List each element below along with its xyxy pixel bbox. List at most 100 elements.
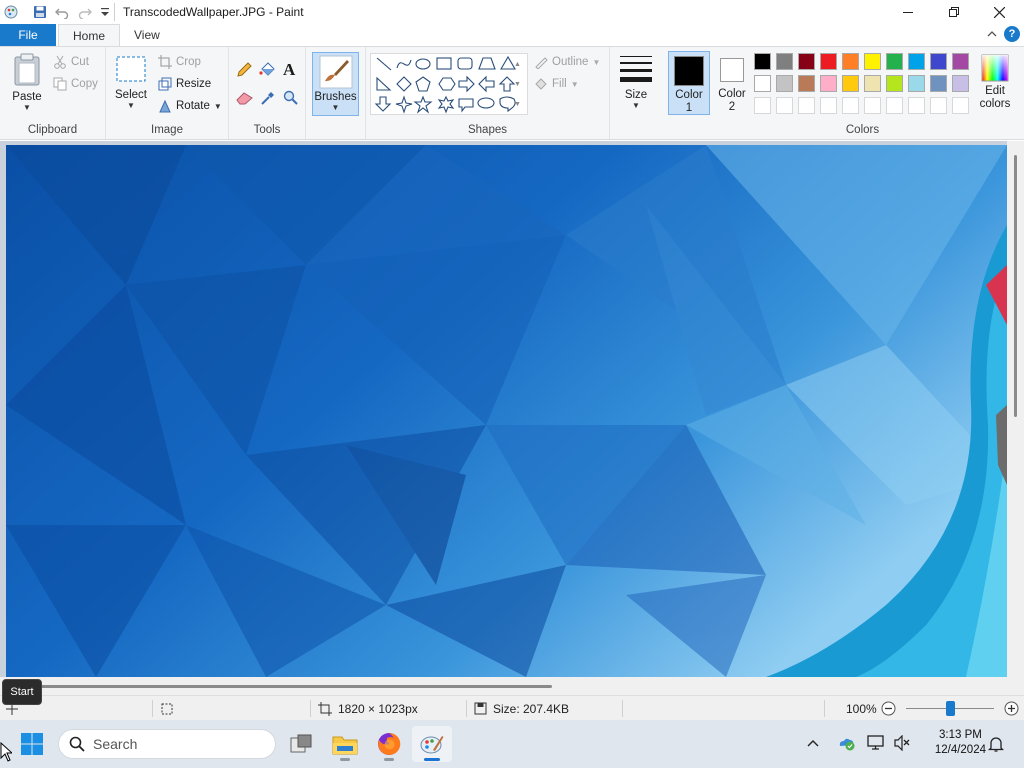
task-view-button[interactable] — [281, 726, 321, 762]
zoom-slider-thumb[interactable] — [946, 701, 955, 716]
help-icon[interactable]: ? — [1004, 26, 1020, 42]
running-indicator — [340, 758, 350, 761]
custom-color-slot[interactable] — [798, 97, 815, 114]
custom-color-slot[interactable] — [776, 97, 793, 114]
fill-button[interactable]: Fill ▼ — [534, 77, 579, 91]
drawing-canvas[interactable] — [6, 145, 1007, 677]
rect-callout-shape-icon — [458, 98, 474, 113]
close-button[interactable] — [976, 0, 1022, 24]
crop-button[interactable]: Crop — [158, 55, 201, 69]
color-swatch[interactable] — [820, 75, 837, 92]
color-swatch[interactable] — [930, 75, 947, 92]
color-swatch[interactable] — [776, 75, 793, 92]
customize-quick-access-icon[interactable] — [97, 4, 113, 20]
search-icon — [69, 736, 85, 752]
show-hidden-icons-icon[interactable] — [806, 736, 820, 753]
color-swatch[interactable] — [798, 53, 815, 70]
brushes-caret-icon: ▼ — [331, 103, 340, 112]
select-button[interactable]: Select ▼ — [114, 55, 148, 110]
custom-color-slot[interactable] — [886, 97, 903, 114]
edit-colors-label-1: Edit — [985, 85, 1005, 97]
running-indicator — [384, 758, 394, 761]
firefox-button[interactable] — [369, 726, 409, 762]
notification-bell-icon[interactable] — [987, 735, 1005, 756]
taskbar: Search 3:13 PM 12/4/2024 — [0, 720, 1024, 768]
color-swatch[interactable] — [930, 53, 947, 70]
color-swatch[interactable] — [864, 75, 881, 92]
custom-color-slot[interactable] — [864, 97, 881, 114]
shapes-gallery-scroll[interactable]: ▲ ▼ ▼ — [514, 55, 521, 115]
color-swatch[interactable] — [754, 75, 771, 92]
eraser-icon[interactable] — [236, 91, 253, 108]
edit-colors-label-2: colors — [979, 98, 1011, 110]
cloud-callout-shape-icon — [499, 96, 516, 113]
color-swatch[interactable] — [952, 75, 969, 92]
restore-button[interactable] — [931, 0, 977, 24]
folder-icon — [332, 736, 358, 755]
edit-colors-button[interactable]: Edit colors — [975, 54, 1015, 110]
color-swatch[interactable] — [842, 53, 859, 70]
start-button[interactable] — [12, 726, 52, 762]
taskbar-clock[interactable]: 3:13 PM 12/4/2024 — [935, 728, 986, 758]
color-swatch[interactable] — [842, 75, 859, 92]
vertical-scroll-thumb[interactable] — [1014, 155, 1017, 417]
wallpaper-image — [6, 145, 1007, 677]
custom-color-slot[interactable] — [820, 97, 837, 114]
brushes-button[interactable]: Brushes ▼ — [312, 52, 359, 116]
color-swatch[interactable] — [864, 53, 881, 70]
text-tool-icon[interactable]: A — [283, 60, 295, 80]
tab-home[interactable]: Home — [58, 24, 121, 46]
magnifier-icon[interactable] — [283, 90, 299, 109]
resize-button[interactable]: Resize — [158, 77, 211, 91]
color-picker-icon[interactable] — [260, 90, 276, 109]
copy-button[interactable]: Copy — [53, 77, 98, 91]
network-icon[interactable] — [867, 735, 885, 754]
paint-taskbar-button[interactable] — [412, 726, 452, 762]
minimize-button[interactable] — [885, 0, 931, 24]
color-swatch[interactable] — [754, 53, 771, 70]
file-explorer-button[interactable] — [325, 726, 365, 762]
custom-color-slot[interactable] — [842, 97, 859, 114]
horizontal-scrollbar[interactable] — [0, 677, 1007, 695]
taskbar-search[interactable]: Search — [58, 729, 276, 759]
custom-color-slot[interactable] — [952, 97, 969, 114]
custom-color-slot[interactable] — [908, 97, 925, 114]
five-point-star-shape-icon — [413, 95, 433, 114]
fill-bucket-icon[interactable] — [259, 62, 276, 81]
cut-button[interactable]: Cut — [53, 55, 89, 69]
outline-button[interactable]: Outline ▼ — [534, 55, 600, 69]
color-swatch[interactable] — [886, 75, 903, 92]
rotate-button[interactable]: Rotate ▼ — [158, 99, 222, 113]
zoom-in-icon[interactable] — [1004, 701, 1019, 719]
pencil-icon[interactable] — [236, 62, 252, 81]
color-swatch[interactable] — [952, 53, 969, 70]
copy-icon — [53, 77, 67, 91]
tab-view[interactable]: View — [120, 24, 174, 46]
undo-icon[interactable] — [54, 4, 70, 20]
tab-file[interactable]: File — [0, 24, 56, 46]
custom-color-slot[interactable] — [754, 97, 771, 114]
redo-icon[interactable] — [77, 4, 93, 20]
status-separator — [622, 700, 623, 717]
volume-muted-icon[interactable] — [893, 734, 911, 754]
color-swatch[interactable] — [886, 53, 903, 70]
custom-color-slot[interactable] — [930, 97, 947, 114]
minimize-ribbon-icon[interactable] — [986, 28, 998, 43]
right-triangle-shape-icon — [376, 76, 392, 91]
zoom-out-icon[interactable] — [881, 701, 896, 719]
color-swatch[interactable] — [820, 53, 837, 70]
onedrive-sync-icon[interactable] — [836, 733, 856, 756]
color-swatch[interactable] — [908, 75, 925, 92]
color-swatch[interactable] — [908, 53, 925, 70]
horizontal-scroll-thumb[interactable] — [22, 685, 552, 688]
save-icon[interactable] — [32, 4, 48, 20]
color-swatch[interactable] — [776, 53, 793, 70]
select-caret-icon: ▼ — [127, 101, 135, 110]
vertical-scrollbar[interactable] — [1007, 141, 1024, 695]
window-title: TranscodedWallpaper.JPG - Paint — [123, 5, 304, 19]
color-swatch[interactable] — [798, 75, 815, 92]
clipboard-group: Paste ▼ Cut Copy Clipboard — [0, 47, 106, 139]
pentagon-shape-icon — [415, 76, 431, 92]
left-arrow-shape-icon — [478, 75, 495, 93]
paste-button[interactable]: Paste ▼ — [6, 53, 48, 112]
